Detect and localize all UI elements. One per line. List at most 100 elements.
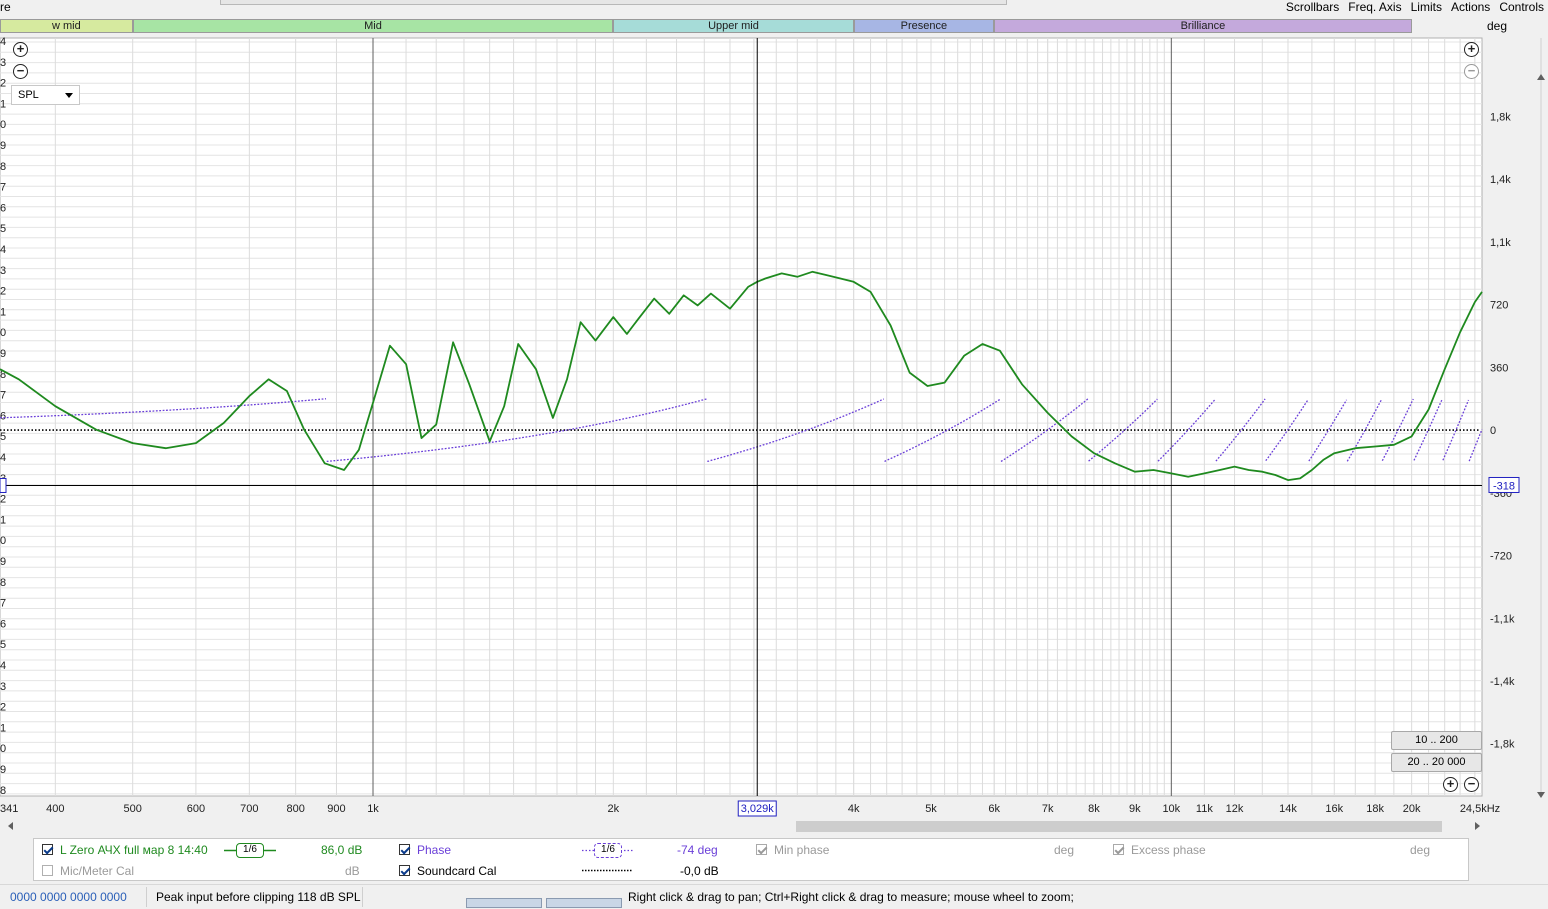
x-tick-label: 10k	[1162, 803, 1180, 815]
zoom-in-right-icon[interactable]: +	[1464, 42, 1479, 57]
x-tick-label: 7k	[1042, 803, 1054, 815]
left-axis-tick-label: 8	[0, 577, 6, 589]
cursor-left-box	[0, 477, 7, 493]
plot-area	[0, 37, 1483, 797]
left-axis-tick-label: 9	[0, 140, 6, 152]
spl-trace-label: L Zero АЧХ full мар 8 14:40	[60, 843, 208, 857]
scroll-up-arrow-icon	[1537, 74, 1545, 80]
soundcard-cal-value: -0,0 dB	[680, 864, 719, 878]
range-10-200-button[interactable]: 10 .. 200	[1391, 731, 1482, 750]
excess-phase-checkbox[interactable]	[1113, 844, 1124, 855]
menu-limits[interactable]: Limits	[1411, 0, 1442, 14]
left-axis-tick-label: 4	[0, 36, 6, 48]
excess-phase-label: Excess phase	[1131, 843, 1206, 857]
phase-label: Phase	[417, 843, 452, 857]
scroll-thumb[interactable]	[796, 821, 1442, 832]
right-axis-tick-label: 1,8k	[1490, 111, 1511, 123]
zoom-in-left-icon[interactable]: +	[13, 42, 28, 57]
right-axis-tick-label: 1,1k	[1490, 237, 1511, 249]
thumbnail[interactable]	[546, 898, 622, 908]
x-tick-label: 12k	[1226, 803, 1244, 815]
left-axis-tick-label: 9	[0, 348, 6, 360]
phase-smoothing[interactable]: 1/6	[594, 843, 622, 858]
zoom-out-left-icon[interactable]: −	[13, 64, 28, 79]
mic-cal-checkbox[interactable]	[42, 865, 53, 876]
menu-scrollbars[interactable]: Scrollbars	[1286, 0, 1339, 14]
zoom-out-x-icon[interactable]: −	[1464, 777, 1479, 792]
left-axis-tick-label: 6	[0, 202, 6, 214]
menu-freq-axis[interactable]: Freq. Axis	[1348, 0, 1401, 14]
left-axis-tick-label: 8	[0, 161, 6, 173]
left-axis-tick-label: 1	[0, 98, 6, 110]
phase-checkbox[interactable]	[399, 844, 410, 855]
left-axis-tick-label: 6	[0, 410, 6, 422]
x-tick-label: 24,5kHz	[1460, 803, 1500, 815]
left-axis-tick-label: 4	[0, 452, 6, 464]
left-axis-tick-label: 1	[0, 306, 6, 318]
frequency-bands: w mid Mid Upper mid Presence Brilliance	[0, 19, 1548, 34]
mic-cal-value: dB	[345, 864, 360, 878]
left-axis-tick-label: 5	[0, 223, 6, 235]
thumbnail[interactable]	[466, 898, 542, 908]
status-divider	[362, 887, 363, 907]
band-brilliance: Brilliance	[994, 19, 1412, 33]
right-axis-tick-label: -1,4k	[1490, 676, 1515, 688]
right-axis-tick-label: 360	[1490, 362, 1508, 374]
menu-actions[interactable]: Actions	[1451, 0, 1490, 14]
left-axis-tick-label: 9	[0, 556, 6, 568]
x-tick-label: 16k	[1325, 803, 1343, 815]
scroll-down-arrow-icon	[1537, 792, 1545, 798]
right-axis-tick-label: 720	[1490, 300, 1508, 312]
cursor-phase-label: -318	[1493, 480, 1515, 492]
zoom-in-x-icon[interactable]: +	[1443, 777, 1458, 792]
min-phase-checkbox[interactable]	[756, 844, 767, 855]
x-tick-label: 8k	[1088, 803, 1100, 815]
menu-controls[interactable]: Controls	[1499, 0, 1544, 14]
x-tick-label: 18k	[1366, 803, 1384, 815]
chevron-down-icon	[65, 93, 73, 98]
x-tick-label: 4k	[848, 803, 860, 815]
left-axis-tick-label: 1	[0, 514, 6, 526]
band-presence: Presence	[853, 19, 995, 33]
x-tick-label: 14k	[1279, 803, 1297, 815]
left-axis-tick-label: 4	[0, 244, 6, 256]
horizontal-scrollbar[interactable]	[8, 820, 1480, 834]
band-w-mid: w mid	[0, 19, 133, 33]
left-axis-tick-label: 3	[0, 681, 6, 693]
top-toolbar: re Scrollbars Freq. Axis Limits Actions …	[0, 0, 1548, 18]
range-20-20000-button[interactable]: 20 .. 20 000	[1391, 753, 1482, 772]
soundcard-cal-checkbox[interactable]	[399, 865, 410, 876]
legend-panel: L Zero АЧХ full мар 8 14:40 1/6 86,0 dB …	[33, 838, 1469, 881]
band-upper-mid: Upper mid	[613, 19, 854, 33]
left-axis-tick-label: 2	[0, 702, 6, 714]
spl-select[interactable]: SPL	[11, 85, 80, 105]
left-axis-tick-label: 0	[0, 743, 6, 755]
right-axis-tick-label: 1,4k	[1490, 174, 1511, 186]
left-axis-tick-label: 7	[0, 598, 6, 610]
right-axis-tick-label: -720	[1490, 551, 1512, 563]
scroll-right-arrow-icon[interactable]	[1475, 822, 1480, 830]
soundcard-cal-label: Soundcard Cal	[417, 864, 497, 878]
left-axis-tick-label: 3	[0, 265, 6, 277]
mic-cal-label: Mic/Meter Cal	[60, 864, 135, 878]
left-axis-tick-label: 5	[0, 431, 6, 443]
right-axis-unit: deg	[1487, 19, 1508, 33]
zoom-out-right-icon[interactable]: −	[1464, 64, 1479, 79]
x-tick-label: 1k	[367, 803, 379, 815]
status-hint: Right click & drag to pan; Ctrl+Right cl…	[628, 890, 1074, 904]
tab-strip[interactable]	[220, 0, 1007, 5]
x-tick-label: 2k	[608, 803, 620, 815]
x-tick-label: 9k	[1129, 803, 1141, 815]
status-bar: 0000 0000 0000 0000 Peak input before cl…	[0, 884, 1548, 909]
spl-trace-checkbox[interactable]	[42, 844, 53, 855]
scroll-left-arrow-icon[interactable]	[8, 822, 13, 830]
x-tick-label: 11k	[1196, 803, 1213, 815]
left-axis-tick-label: 8	[0, 785, 6, 797]
left-axis-tick-label: 2	[0, 286, 6, 298]
spl-value: 86,0 dB	[321, 843, 363, 857]
left-axis-tick-label: 2	[0, 494, 6, 506]
spl-smoothing[interactable]: 1/6	[236, 843, 264, 858]
x-tick-label: 800	[286, 803, 304, 815]
frequency-response-chart[interactable]: 43210987654321098765432109876543210981,8…	[0, 34, 1548, 820]
excess-phase-value: deg	[1410, 843, 1431, 857]
